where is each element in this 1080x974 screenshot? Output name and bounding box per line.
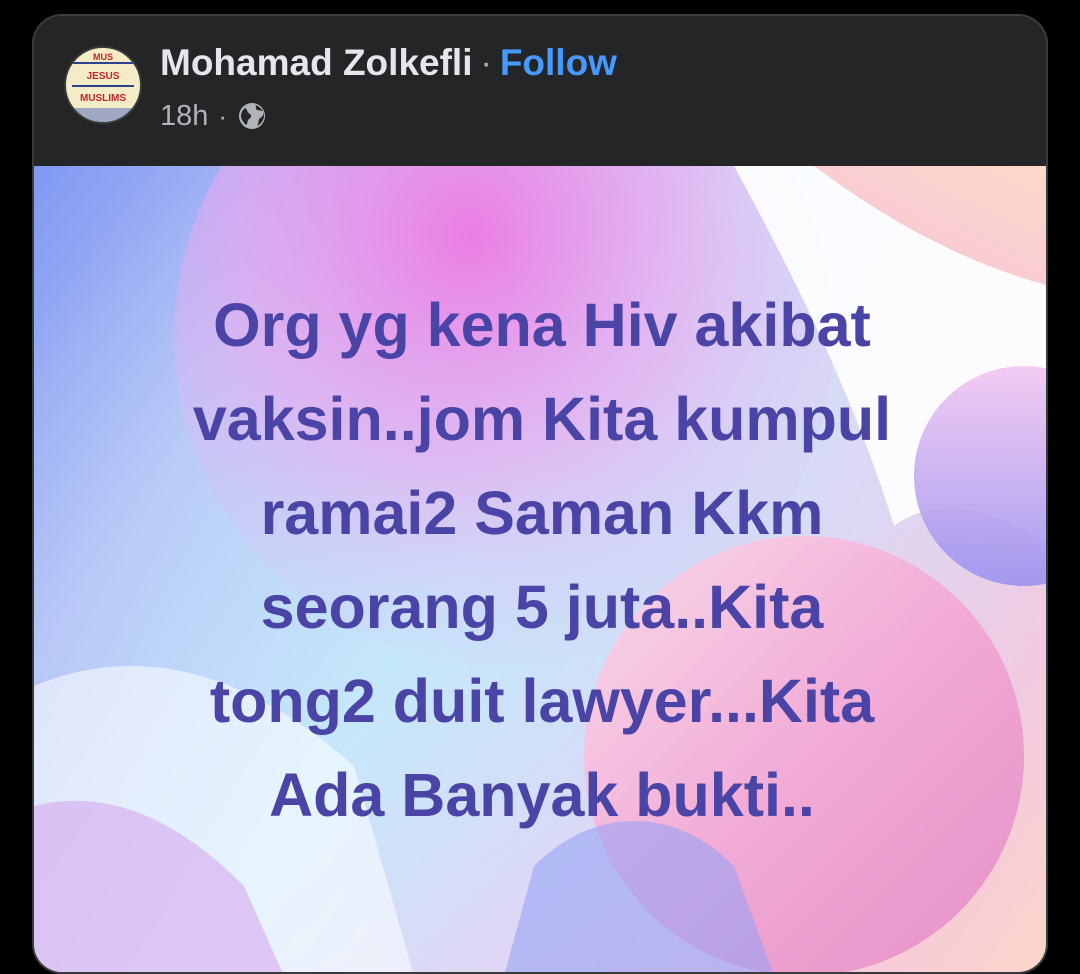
globe-icon[interactable]	[237, 101, 267, 131]
post-text-line: seorang 5 juta..Kita	[260, 573, 824, 641]
avatar[interactable]: MUS JESUS MUSLIMS	[64, 46, 142, 124]
post-meta: 18h ·	[160, 98, 267, 134]
post-timestamp[interactable]: 18h	[160, 100, 208, 133]
post-text-line: tong2 duit lawyer...Kita	[209, 667, 875, 735]
meta-separator: ·	[218, 100, 228, 131]
post-text: Org yg kena Hiv akibat vaksin..jom Kita …	[74, 278, 1010, 842]
author-name[interactable]: Mohamad Zolkefli	[160, 42, 472, 84]
separator-dot: ·	[480, 43, 492, 82]
post-text-line: ramai2 Saman Kkm	[260, 479, 824, 547]
post-card: MUS JESUS MUSLIMS Mohamad Zolkefli · Fol…	[32, 14, 1048, 974]
avatar-image-strip	[66, 108, 140, 122]
post-text-line: vaksin..jom Kita kumpul	[192, 385, 892, 453]
avatar-stripe	[72, 62, 134, 64]
post-text-line: Org yg kena Hiv akibat	[213, 291, 871, 359]
post-text-line: Ada Banyak bukti..	[269, 761, 815, 829]
follow-button[interactable]: Follow	[500, 42, 617, 84]
author-line: Mohamad Zolkefli · Follow	[160, 40, 617, 86]
avatar-stripe	[72, 85, 134, 87]
avatar-text-bottom: MUSLIMS	[79, 93, 127, 104]
post-background: Org yg kena Hiv akibat vaksin..jom Kita …	[34, 166, 1046, 972]
avatar-text-middle: JESUS	[86, 71, 120, 82]
avatar-text-top: MUS	[93, 52, 113, 62]
post-header: MUS JESUS MUSLIMS Mohamad Zolkefli · Fol…	[34, 16, 1046, 166]
